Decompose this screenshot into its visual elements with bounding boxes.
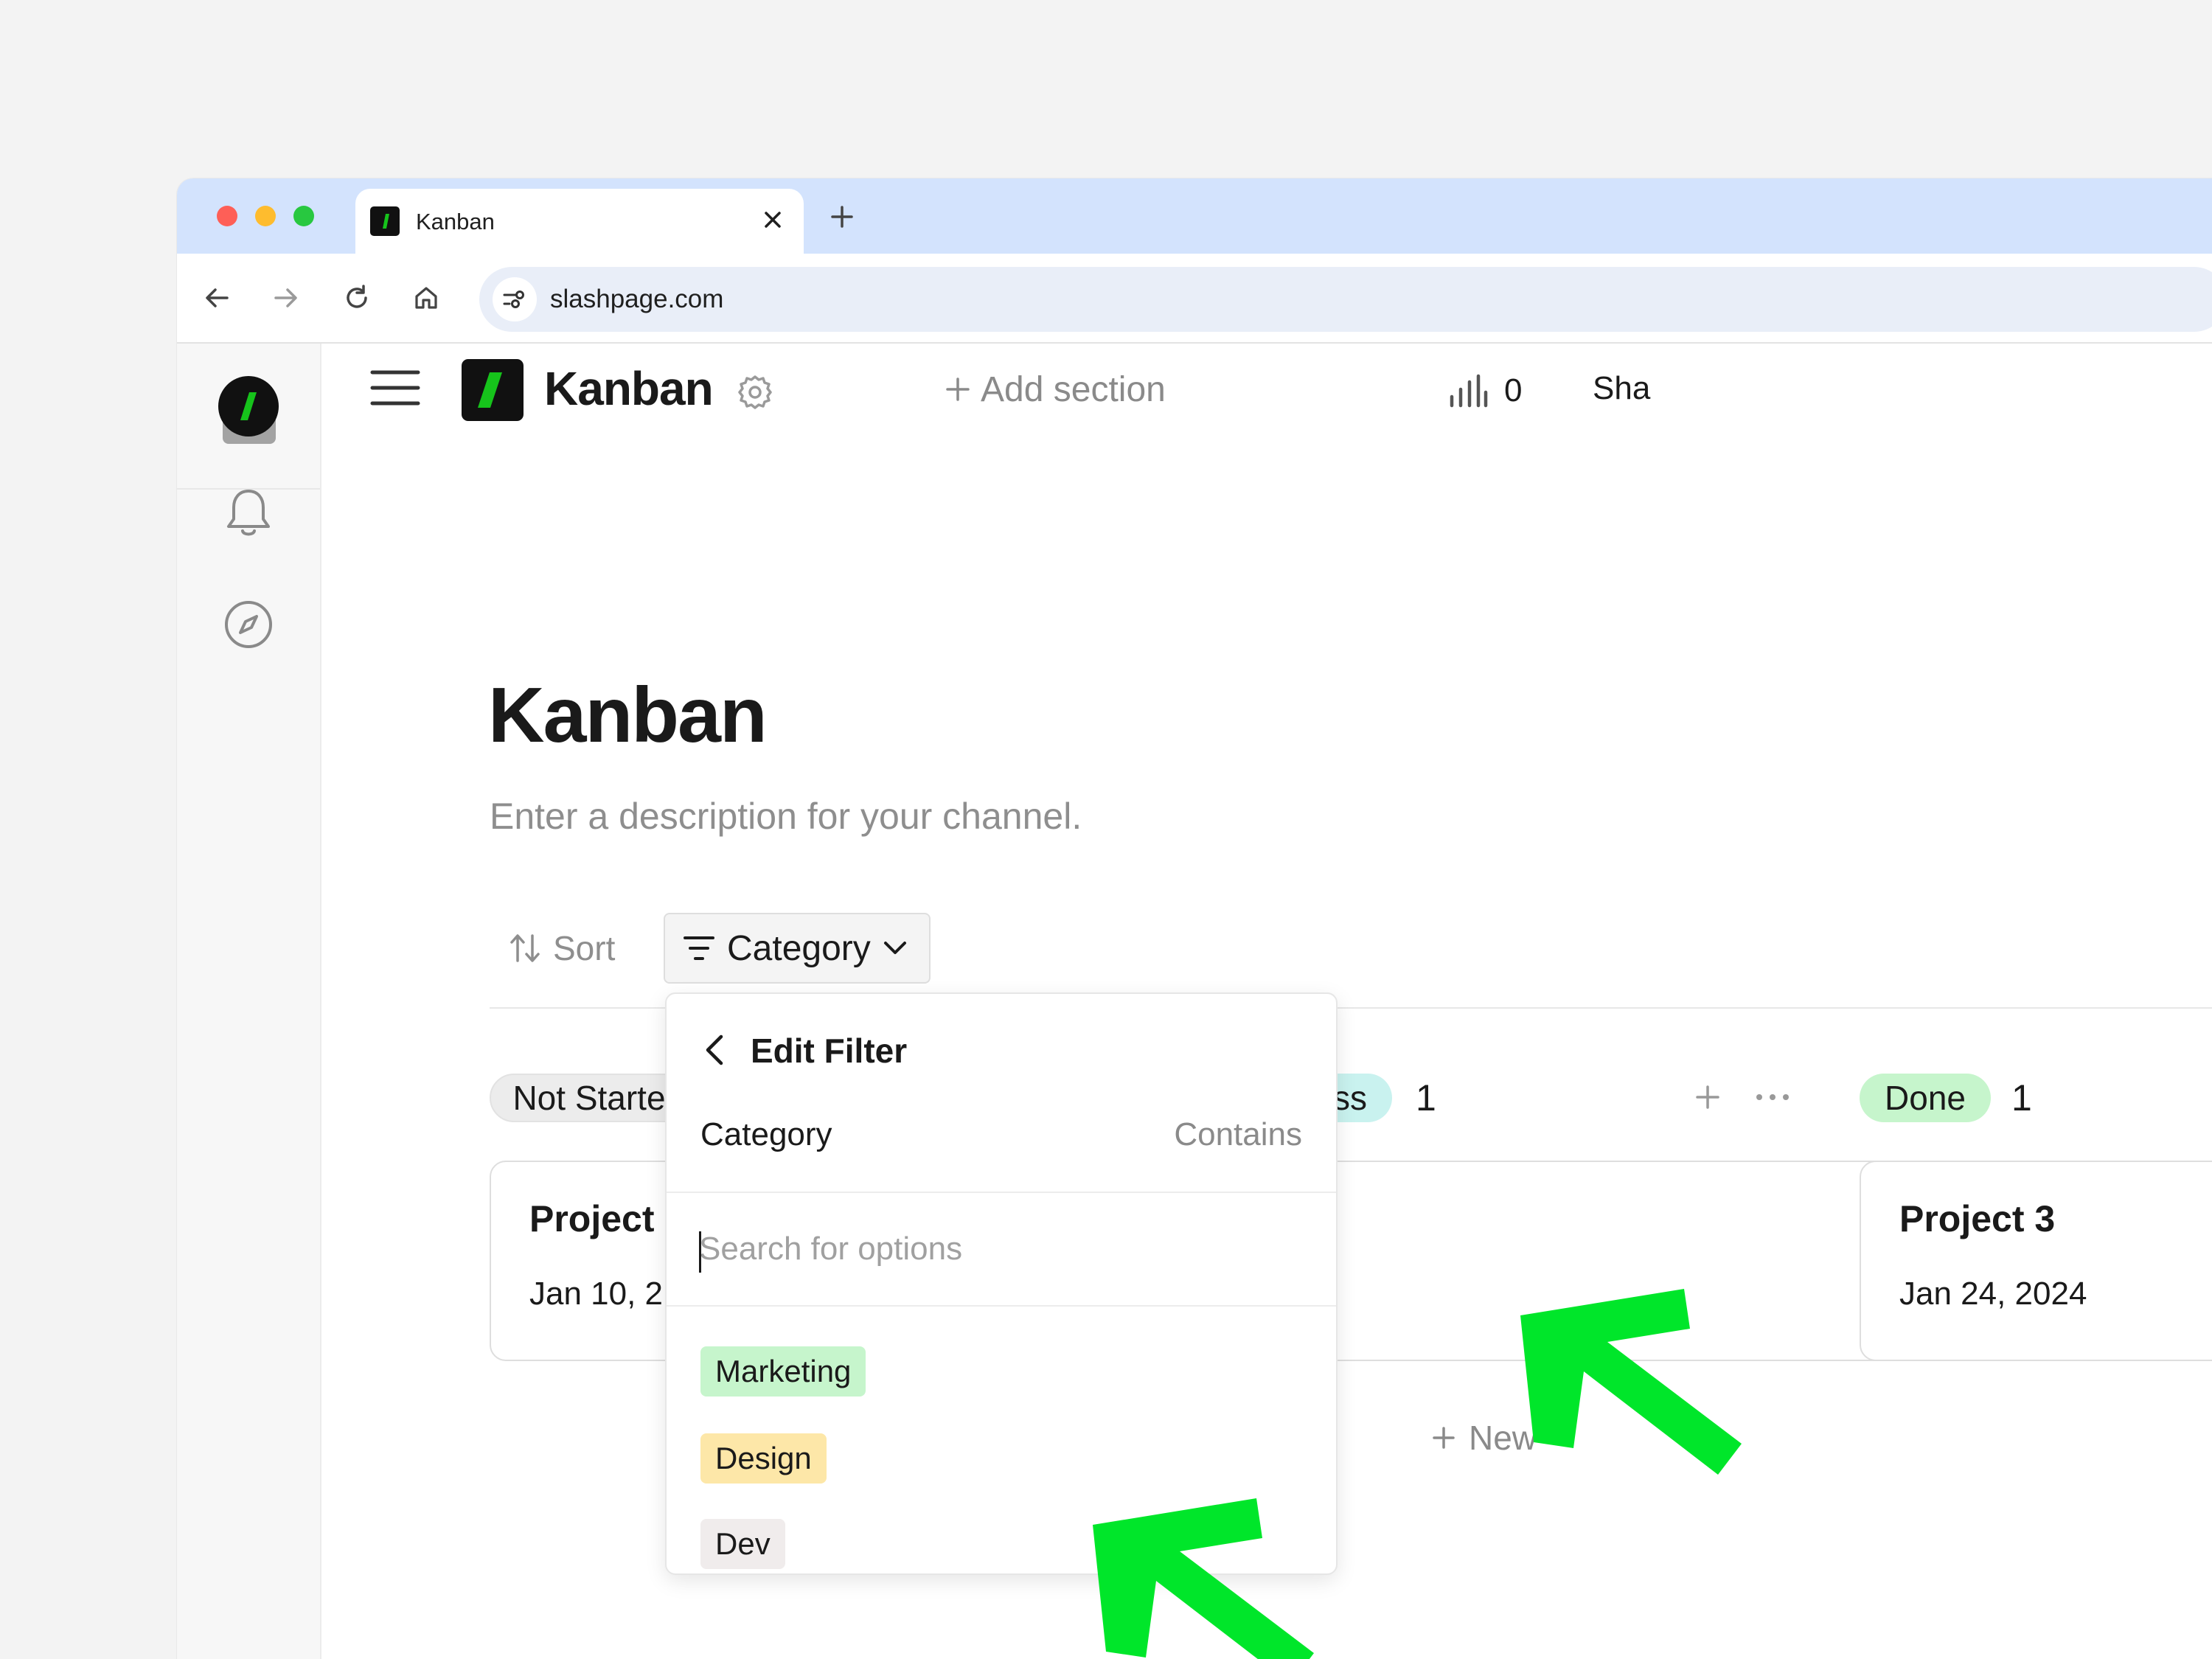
divider	[667, 1305, 1336, 1307]
edit-filter-popover: Edit Filter Category Contains Marketing …	[665, 992, 1338, 1575]
plus-icon[interactable]	[1690, 1079, 1725, 1115]
reload-icon	[347, 285, 367, 308]
option-label: Dev	[715, 1526, 771, 1561]
tab-strip: Kanban	[177, 178, 2212, 257]
add-section-label: Add section	[981, 369, 1166, 409]
browser-toolbar: slashpage.com	[177, 254, 2212, 344]
page-title: Kanban	[488, 672, 768, 759]
hamburger-menu-icon[interactable]	[370, 369, 420, 407]
more-horizontal-icon[interactable]	[1752, 1079, 1793, 1115]
sort-icon	[510, 934, 540, 962]
back-button[interactable]	[193, 274, 240, 321]
status-badge-label: Not Starte	[512, 1079, 666, 1117]
chevron-left-icon[interactable]	[700, 1032, 730, 1068]
card-date: Jan 10, 2	[529, 1276, 664, 1312]
channel-logo-icon	[462, 359, 524, 421]
workspace-avatar-icon[interactable]	[218, 376, 279, 437]
maximize-window-button[interactable]	[293, 206, 314, 226]
home-button[interactable]	[403, 274, 450, 321]
slashpage-favicon-icon	[370, 206, 400, 236]
reload-button[interactable]	[333, 274, 380, 321]
card-date: Jan 24, 2024	[1899, 1276, 2087, 1312]
filter-property: Category	[700, 1116, 832, 1152]
column-count: 1	[1416, 1077, 1436, 1119]
url-text: slashpage.com	[550, 285, 724, 313]
status-badge-done[interactable]: Done	[1860, 1074, 1991, 1122]
category-filter-button[interactable]: Category	[664, 913, 931, 984]
chevron-down-icon	[883, 942, 906, 954]
column-count: 1	[2011, 1077, 2032, 1119]
text-cursor	[699, 1231, 701, 1273]
filter-option-marketing[interactable]: Marketing	[700, 1346, 866, 1397]
site-info-button[interactable]	[493, 277, 537, 321]
option-label: Design	[715, 1441, 812, 1475]
address-bar[interactable]: slashpage.com	[479, 267, 2212, 332]
card-title: Project	[529, 1198, 655, 1239]
status-badge-not-started[interactable]: Not Starte	[490, 1074, 689, 1122]
close-icon	[765, 212, 781, 228]
filter-option-design[interactable]: Design	[700, 1433, 827, 1484]
category-filter-label: Category	[727, 928, 871, 968]
card-title: Project 3	[1899, 1198, 2056, 1239]
filter-option-dev[interactable]: Dev	[700, 1519, 785, 1569]
stats-counter[interactable]: 0	[1448, 372, 1522, 410]
plus-icon	[1433, 1427, 1455, 1449]
sort-button[interactable]: Sort	[509, 922, 615, 975]
channel-description[interactable]: Enter a description for your channel.	[490, 795, 1082, 838]
compass-icon[interactable]	[223, 599, 274, 650]
gear-icon[interactable]	[736, 373, 774, 411]
annotation-arrow-icon	[1093, 1498, 1314, 1659]
stats-count: 0	[1504, 372, 1523, 408]
annotation-arrow-icon	[1520, 1289, 1742, 1475]
tune-icon	[503, 291, 524, 308]
option-search-input[interactable]	[699, 1212, 1304, 1286]
filter-title: Edit Filter	[751, 1032, 908, 1070]
filter-operator-select[interactable]: Contains	[1174, 1116, 1302, 1153]
minimize-window-button[interactable]	[255, 206, 276, 226]
add-section-button[interactable]: Add section	[945, 369, 1166, 410]
bell-icon[interactable]	[223, 487, 274, 540]
filter-icon	[684, 936, 714, 960]
bar-chart-icon	[1450, 374, 1488, 408]
new-tab-button[interactable]	[826, 201, 858, 233]
sort-label: Sort	[553, 929, 616, 967]
plus-icon	[831, 206, 853, 228]
arrow-left-icon	[206, 288, 229, 307]
forward-button[interactable]	[262, 274, 310, 321]
arrow-right-icon	[274, 288, 297, 307]
close-window-button[interactable]	[217, 206, 237, 226]
left-rail	[177, 344, 321, 1659]
divider	[667, 1192, 1336, 1193]
option-label: Marketing	[715, 1354, 852, 1388]
browser-window: Kanban slashpage.com Kanban Add section …	[177, 178, 2212, 1659]
tab-kanban[interactable]: Kanban	[355, 189, 804, 257]
channel-name: Kanban	[544, 362, 714, 415]
tab-title: Kanban	[416, 209, 495, 234]
channel-header: Kanban Add section 0 Sha	[321, 344, 2212, 429]
status-badge-label: Done	[1885, 1079, 1966, 1117]
kanban-card[interactable]: Project 3 Jan 24, 2024	[1860, 1161, 2212, 1361]
share-button[interactable]: Sha	[1593, 370, 1650, 407]
close-tab-button[interactable]	[757, 204, 789, 236]
plus-icon	[946, 378, 970, 401]
home-icon	[415, 287, 437, 309]
